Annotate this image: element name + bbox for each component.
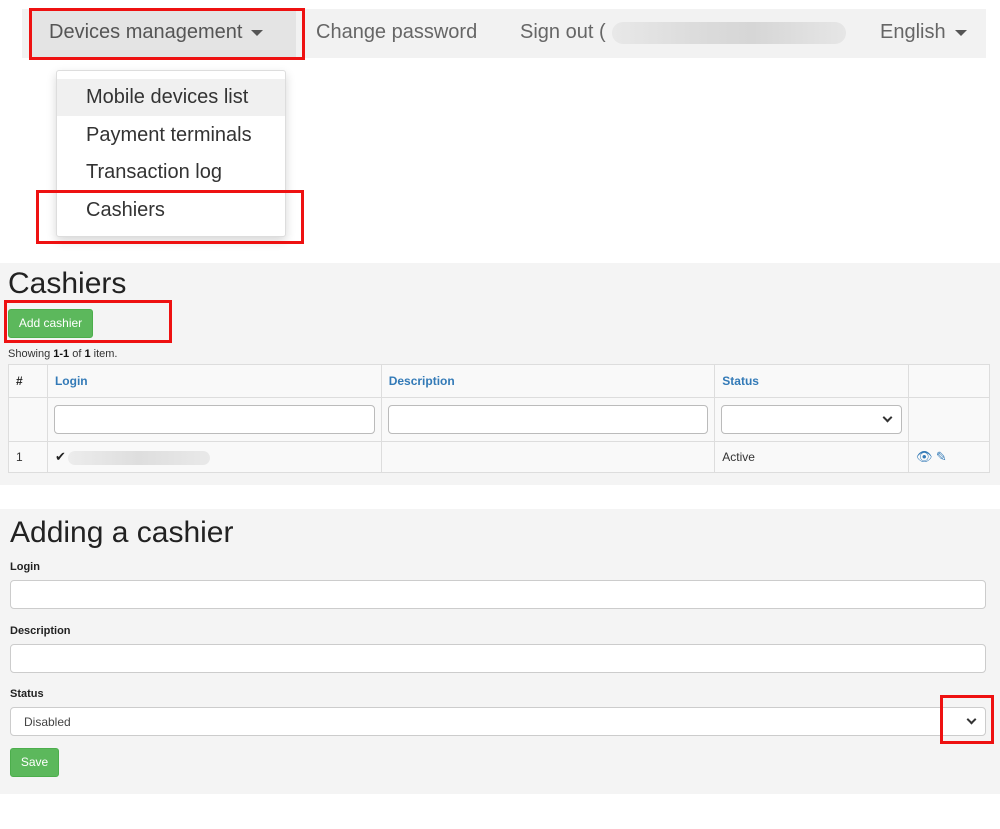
caret-down-icon	[251, 29, 264, 36]
devices-management-menu[interactable]: Devices management	[30, 9, 296, 58]
table-header: # Login Description Status	[8, 364, 990, 398]
eye-icon[interactable]: 👁	[916, 449, 933, 464]
status-filter-select[interactable]	[721, 405, 903, 434]
top-navbar: Devices management Change password Sign …	[22, 9, 986, 58]
description-input[interactable]	[10, 644, 986, 673]
login-label: Login	[10, 561, 40, 573]
language-label: English	[880, 21, 946, 43]
login-input[interactable]	[10, 580, 986, 609]
save-button[interactable]: Save	[10, 748, 59, 777]
redacted-email	[611, 21, 846, 44]
column-num: #	[8, 364, 48, 398]
description-filter-input[interactable]	[387, 405, 709, 434]
redacted-login	[67, 450, 210, 465]
menu-item-payment-terminals[interactable]: Payment terminals	[57, 117, 285, 154]
column-actions	[908, 364, 990, 398]
change-password-link[interactable]: Change password	[316, 9, 477, 58]
row-status: Active	[714, 441, 910, 473]
status-label: Status	[10, 688, 44, 700]
chevron-down-icon	[966, 714, 977, 725]
menu-item-transaction-log[interactable]: Transaction log	[57, 154, 285, 191]
chevron-down-icon	[882, 412, 893, 423]
devices-dropdown-menu: Mobile devices list Payment terminals Tr…	[56, 70, 286, 237]
caret-down-icon	[954, 29, 967, 36]
pencil-icon[interactable]: ✎	[936, 449, 947, 464]
form-title: Adding a cashier	[10, 516, 234, 549]
description-label: Description	[10, 625, 71, 637]
menu-item-cashiers[interactable]: Cashiers	[57, 192, 285, 229]
row-num: 1	[8, 441, 48, 473]
sign-out-link[interactable]: Sign out (	[520, 9, 846, 58]
filter-row	[8, 397, 990, 442]
cashiers-table: # Login Description Status 1 ✔ Active 👁 …	[8, 364, 990, 473]
column-login[interactable]: Login	[46, 364, 382, 398]
add-cashier-panel: Adding a cashier Login Description Statu…	[0, 509, 1000, 794]
results-summary: Showing 1-1 of 1 item.	[8, 348, 118, 360]
checkmark-icon: ✔	[54, 449, 66, 464]
add-cashier-button[interactable]: Add cashier	[8, 309, 93, 338]
language-selector[interactable]: English	[880, 9, 967, 58]
column-description[interactable]: Description	[380, 364, 716, 398]
login-filter-input[interactable]	[53, 405, 375, 434]
row-login: ✔	[46, 441, 382, 473]
sign-out-label: Sign out (	[520, 21, 606, 43]
table-row: 1 ✔ Active 👁 ✎	[8, 441, 990, 473]
devices-management-label: Devices management	[49, 21, 243, 43]
row-description	[380, 441, 716, 473]
status-selected-value: Disabled	[24, 715, 71, 729]
status-select[interactable]: Disabled	[10, 707, 986, 736]
page-title: Cashiers	[8, 267, 127, 300]
column-status[interactable]: Status	[714, 364, 910, 398]
cashiers-list-panel: Cashiers Add cashier Showing 1-1 of 1 it…	[0, 263, 1000, 485]
menu-item-mobile-devices[interactable]: Mobile devices list	[57, 79, 285, 116]
